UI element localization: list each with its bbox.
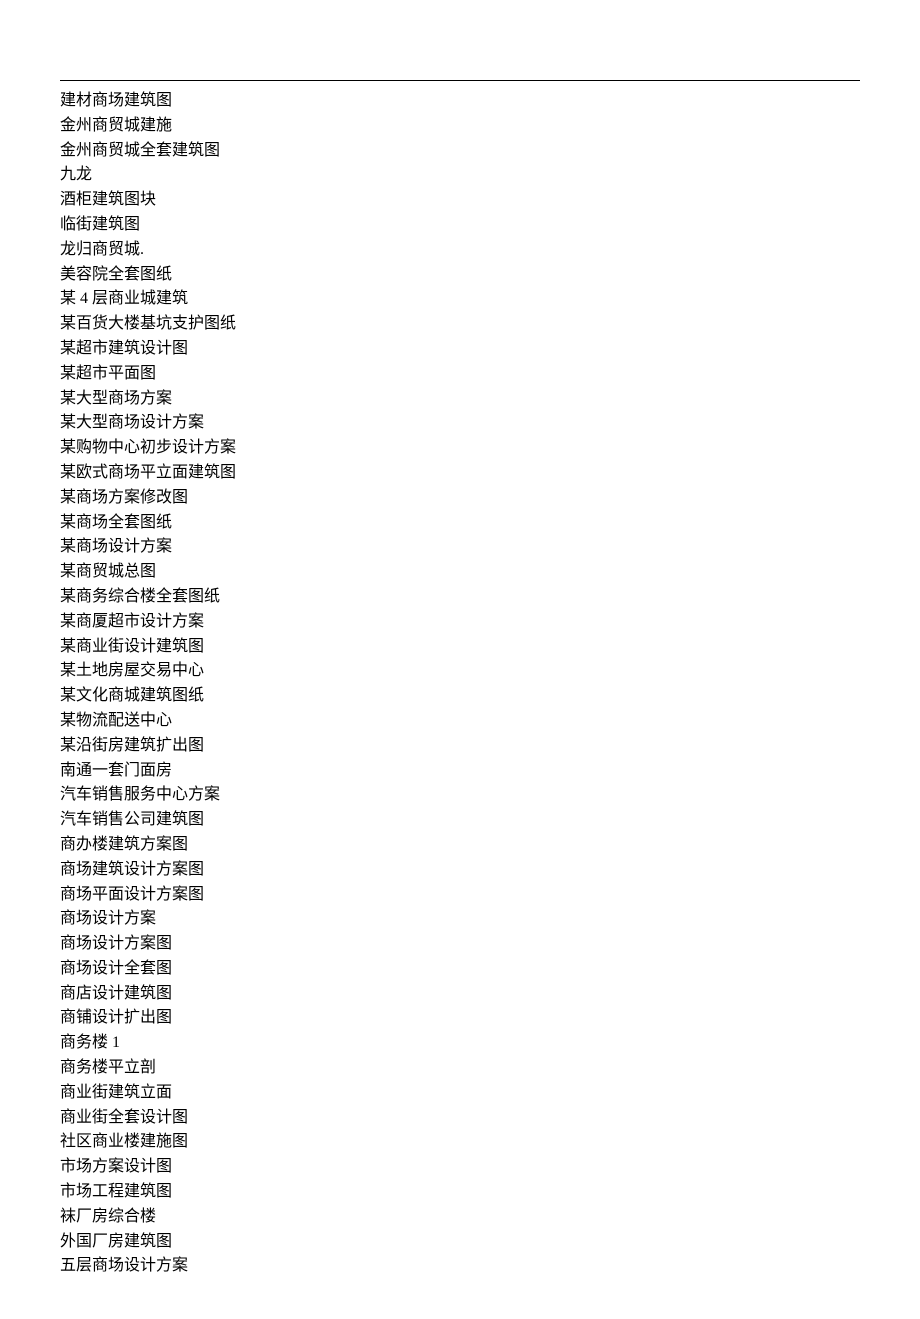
list-item: 某商场方案修改图 — [60, 486, 860, 511]
list-item: 商业街全套设计图 — [60, 1106, 860, 1131]
list-item: 商场设计全套图 — [60, 957, 860, 982]
list-item: 汽车销售服务中心方案 — [60, 783, 860, 808]
list-item: 某商务综合楼全套图纸 — [60, 585, 860, 610]
list-item: 南通一套门面房 — [60, 759, 860, 784]
list-item: 酒柜建筑图块 — [60, 188, 860, 213]
list-item: 商场设计方案 — [60, 907, 860, 932]
list-item: 市场工程建筑图 — [60, 1180, 860, 1205]
list-item: 某购物中心初步设计方案 — [60, 436, 860, 461]
list-item: 某物流配送中心 — [60, 709, 860, 734]
list-item: 某大型商场设计方案 — [60, 411, 860, 436]
list-item: 商铺设计扩出图 — [60, 1006, 860, 1031]
list-item: 某商业街设计建筑图 — [60, 635, 860, 660]
list-item: 临街建筑图 — [60, 213, 860, 238]
document-list: 建材商场建筑图金州商贸城建施金州商贸城全套建筑图九龙酒柜建筑图块临街建筑图龙归商… — [60, 89, 860, 1279]
list-item: 某沿街房建筑扩出图 — [60, 734, 860, 759]
list-item: 金州商贸城全套建筑图 — [60, 139, 860, 164]
list-item: 商场建筑设计方案图 — [60, 858, 860, 883]
list-item: 某商贸城总图 — [60, 560, 860, 585]
list-item: 某商场设计方案 — [60, 535, 860, 560]
list-item: 美容院全套图纸 — [60, 263, 860, 288]
list-item: 商业街建筑立面 — [60, 1081, 860, 1106]
list-item: 五层商场设计方案 — [60, 1254, 860, 1279]
horizontal-divider — [60, 80, 860, 81]
list-item: 商场设计方案图 — [60, 932, 860, 957]
list-item: 外国厂房建筑图 — [60, 1230, 860, 1255]
list-item: 商务楼 1 — [60, 1031, 860, 1056]
list-item: 某文化商城建筑图纸 — [60, 684, 860, 709]
list-item: 某 4 层商业城建筑 — [60, 287, 860, 312]
list-item: 商办楼建筑方案图 — [60, 833, 860, 858]
list-item: 某商厦超市设计方案 — [60, 610, 860, 635]
list-item: 龙归商贸城. — [60, 238, 860, 263]
list-item: 商务楼平立剖 — [60, 1056, 860, 1081]
list-item: 某超市建筑设计图 — [60, 337, 860, 362]
list-item: 某超市平面图 — [60, 362, 860, 387]
list-item: 商场平面设计方案图 — [60, 883, 860, 908]
list-item: 某商场全套图纸 — [60, 511, 860, 536]
list-item: 袜厂房综合楼 — [60, 1205, 860, 1230]
list-item: 某土地房屋交易中心 — [60, 659, 860, 684]
list-item: 商店设计建筑图 — [60, 982, 860, 1007]
list-item: 市场方案设计图 — [60, 1155, 860, 1180]
list-item: 某大型商场方案 — [60, 387, 860, 412]
list-item: 汽车销售公司建筑图 — [60, 808, 860, 833]
list-item: 九龙 — [60, 163, 860, 188]
list-item: 社区商业楼建施图 — [60, 1130, 860, 1155]
list-item: 某百货大楼基坑支护图纸 — [60, 312, 860, 337]
list-item: 某欧式商场平立面建筑图 — [60, 461, 860, 486]
list-item: 建材商场建筑图 — [60, 89, 860, 114]
list-item: 金州商贸城建施 — [60, 114, 860, 139]
